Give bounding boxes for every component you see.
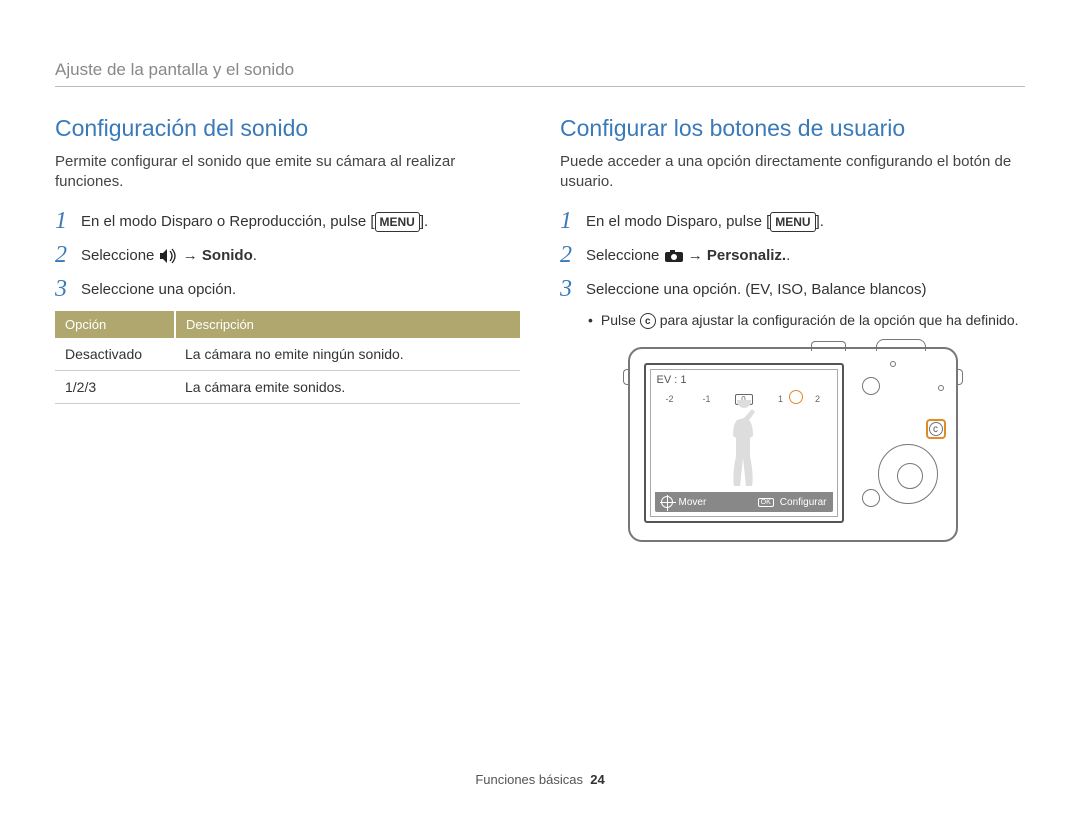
- arrow: →: [183, 247, 202, 264]
- step-3-right: 3 Seleccione una opción. (EV, ISO, Balan…: [560, 277, 1025, 301]
- step-text: ].: [420, 213, 428, 230]
- camera-led-icon: [890, 361, 896, 367]
- camera-screen: EV : 1 -2 -1 0 1 2: [644, 363, 844, 523]
- step-text: Seleccione: [586, 247, 664, 264]
- configurar-label: Configurar: [780, 497, 827, 508]
- step-text: En el modo Disparo, pulse [: [586, 213, 770, 230]
- bullet-text: Pulse: [601, 312, 640, 328]
- step-1-left: 1 En el modo Disparo o Reproducción, pul…: [55, 209, 520, 233]
- tick: -1: [698, 394, 716, 404]
- cell-description: La cámara no emite ningún sonido.: [175, 338, 520, 371]
- step-number: 3: [560, 277, 586, 301]
- step-3-left: 3 Seleccione una opción.: [55, 277, 520, 301]
- step-number: 2: [55, 243, 81, 267]
- step-number: 3: [55, 277, 81, 301]
- right-column: Configurar los botones de usuario Puede …: [560, 115, 1025, 542]
- step-text: Seleccione una opción.: [81, 277, 236, 300]
- table-row: Desactivado La cámara no emite ningún so…: [55, 338, 520, 371]
- person-silhouette-icon: [719, 400, 769, 490]
- options-table: Opción Descripción Desactivado La cámara…: [55, 311, 520, 404]
- step-number: 1: [55, 209, 81, 233]
- nav-icon: [661, 496, 673, 508]
- step-2-right: 2 Seleccione → Personaliz..: [560, 243, 1025, 267]
- dpad-icon: [878, 444, 938, 504]
- page-footer: Funciones básicas 24: [0, 772, 1080, 787]
- camera-led-icon: [938, 385, 944, 391]
- tick: -2: [661, 394, 679, 404]
- camera-illustration: EV : 1 -2 -1 0 1 2: [560, 347, 1025, 542]
- two-column-layout: Configuración del sonido Permite configu…: [55, 115, 1025, 542]
- footer-section: Funciones básicas: [475, 772, 583, 787]
- section-title-sound: Configuración del sonido: [55, 115, 520, 142]
- ok-icon: OK: [758, 498, 774, 507]
- bullet-dot: •: [588, 311, 593, 329]
- screen-bottom-bar: Mover OK Configurar: [655, 492, 833, 512]
- arrow: →: [688, 247, 707, 264]
- step-2-left: 2 Seleccione → Sonido.: [55, 243, 520, 267]
- step-text: Seleccione una opción. (EV, ISO, Balance…: [586, 277, 927, 300]
- c-button-highlighted-icon: [926, 419, 946, 439]
- page-header: Ajuste de la pantalla y el sonido: [55, 60, 1025, 87]
- th-description: Descripción: [175, 311, 520, 338]
- step-bold: Personaliz.: [707, 247, 786, 264]
- page-number: 24: [590, 772, 604, 787]
- tick: 2: [809, 394, 827, 404]
- step-bold: Sonido: [202, 247, 253, 264]
- table-row: 1/2/3 La cámara emite sonidos.: [55, 371, 520, 404]
- step-text: En el modo Disparo o Reproducción, pulse…: [81, 213, 375, 230]
- left-column: Configuración del sonido Permite configu…: [55, 115, 520, 542]
- mover-label: Mover: [679, 497, 707, 508]
- tick: 1: [772, 394, 790, 404]
- th-option: Opción: [55, 311, 175, 338]
- intro-userbtn: Puede acceder a una opción directamente …: [560, 152, 1025, 191]
- step-text: Seleccione: [81, 247, 159, 264]
- step-text: ].: [816, 213, 824, 230]
- step-text: .: [253, 247, 257, 264]
- step-number: 1: [560, 209, 586, 233]
- cell-option: 1/2/3: [55, 371, 175, 404]
- step-1-right: 1 En el modo Disparo, pulse [MENU].: [560, 209, 1025, 233]
- bullet-text: para ajustar la configuración de la opci…: [656, 312, 1019, 328]
- step-text: .: [786, 247, 790, 264]
- cell-description: La cámara emite sonidos.: [175, 371, 520, 404]
- menu-button-icon: MENU: [770, 212, 815, 233]
- sub-bullet: • Pulse c para ajustar la configuración …: [588, 311, 1025, 329]
- camera-button-icon: [862, 489, 880, 507]
- c-button-icon: c: [640, 313, 656, 329]
- cell-option: Desactivado: [55, 338, 175, 371]
- camera-icon: [664, 249, 684, 263]
- sound-icon: [159, 248, 179, 264]
- step-number: 2: [560, 243, 586, 267]
- ev-selector-icon: [789, 390, 803, 404]
- menu-button-icon: MENU: [375, 212, 420, 233]
- ev-label: EV : 1: [657, 374, 687, 386]
- camera-button-icon: [862, 377, 880, 395]
- section-title-userbtn: Configurar los botones de usuario: [560, 115, 1025, 142]
- intro-sound: Permite configurar el sonido que emite s…: [55, 152, 520, 191]
